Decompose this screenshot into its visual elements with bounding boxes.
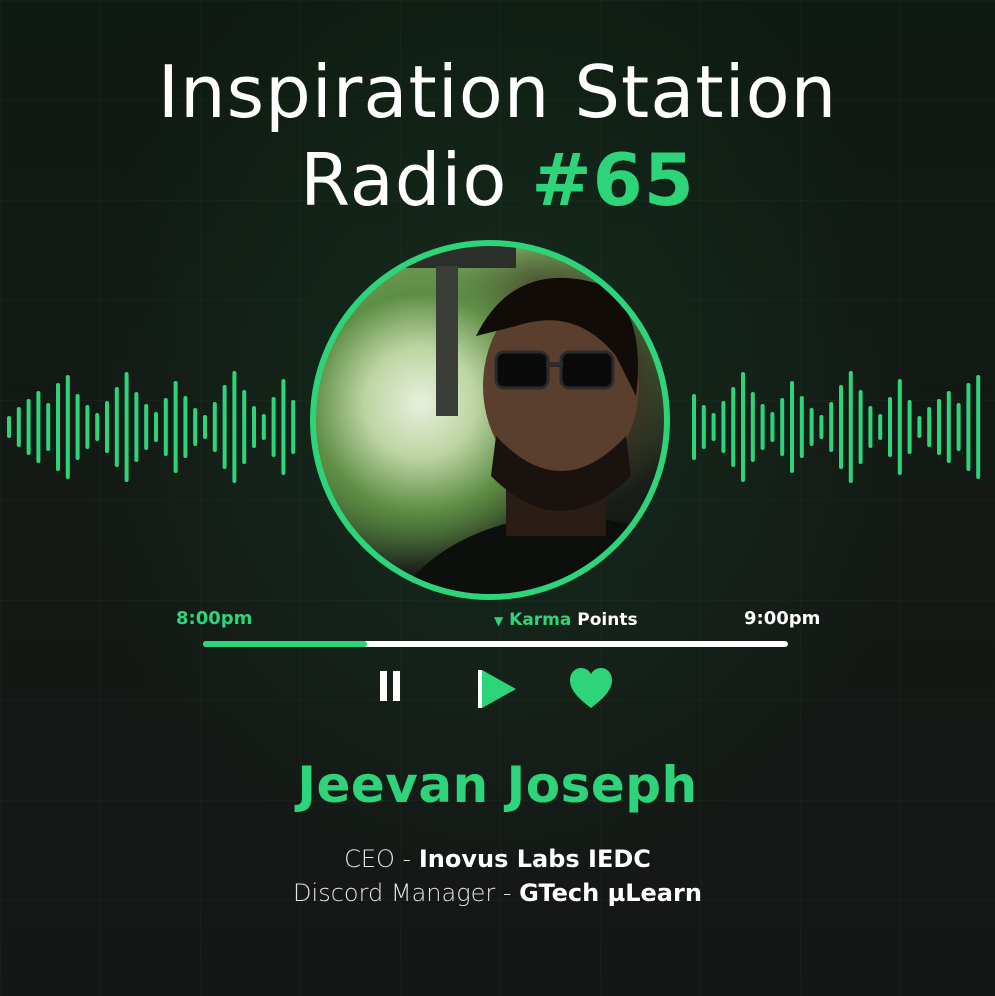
wave-bar — [897, 379, 902, 475]
wave-bar — [848, 371, 853, 483]
role-2-organization: GTech µLearn — [519, 879, 702, 907]
wave-bar — [154, 412, 158, 442]
guest-photo — [310, 240, 670, 600]
wave-bar — [770, 412, 775, 442]
wave-bar — [819, 415, 824, 439]
wave-bar — [173, 381, 178, 473]
wave-bar — [692, 394, 696, 460]
wave-bar — [242, 390, 247, 464]
wave-bar — [26, 399, 31, 455]
podcast-poster: Inspiration Station Radio #65 8:00pm ▼ K… — [0, 0, 995, 996]
wave-bar — [124, 372, 129, 482]
wave-bar — [946, 391, 951, 463]
role-2-title: Discord Manager - — [293, 879, 520, 907]
wave-bar — [780, 398, 785, 456]
wave-bar — [966, 383, 971, 471]
wave-bar — [799, 396, 804, 458]
wave-bar — [878, 414, 883, 440]
guest-photo-illustration — [376, 246, 664, 594]
end-time: 9:00pm — [744, 608, 821, 629]
sound-wave-left-icon — [7, 371, 296, 483]
wave-bar — [261, 414, 266, 440]
wave-bar — [956, 403, 961, 451]
wave-bar — [7, 416, 11, 438]
wave-bar — [829, 402, 834, 452]
title-line-2: Radio #65 — [0, 136, 995, 224]
wave-bar — [212, 402, 217, 452]
title-line-1: Inspiration Station — [157, 50, 838, 134]
wave-bar — [868, 406, 873, 448]
wave-bar — [731, 387, 736, 467]
wave-bar — [222, 385, 227, 469]
role-1-title: CEO - — [344, 845, 419, 873]
marker-label-rest: Points — [577, 610, 638, 630]
wave-bar — [711, 413, 716, 441]
play-button[interactable] — [472, 666, 518, 712]
wave-bar — [134, 392, 139, 462]
wave-bar — [16, 407, 21, 447]
progress-bar-fill — [203, 641, 367, 647]
wave-bar — [750, 392, 755, 462]
wave-bar — [252, 406, 256, 448]
start-time: 8:00pm — [176, 608, 253, 629]
wave-bar — [183, 396, 188, 458]
play-icon — [478, 670, 516, 708]
episode-number: #65 — [531, 138, 695, 222]
pause-icon — [380, 671, 400, 701]
guest-name: Jeevan Joseph — [297, 756, 698, 814]
wave-bar — [193, 408, 198, 446]
wave-bar — [95, 413, 100, 441]
wave-bar — [790, 381, 794, 473]
wave-bar — [701, 405, 706, 449]
like-button[interactable] — [568, 666, 614, 712]
wave-bar — [917, 416, 922, 438]
progress-bar[interactable] — [203, 641, 788, 647]
heart-icon — [570, 668, 612, 708]
pause-button[interactable] — [368, 666, 414, 712]
wave-bar — [36, 391, 41, 463]
progress-marker: ▼ Karma Points — [494, 610, 638, 630]
wave-bar — [56, 383, 60, 471]
wave-bar — [105, 401, 109, 453]
wave-bar — [839, 385, 843, 469]
wave-bar — [809, 408, 814, 446]
wave-bar — [291, 400, 296, 454]
marker-label-highlight: Karma — [509, 610, 572, 630]
wave-bar — [976, 375, 981, 479]
wave-bar — [858, 390, 863, 464]
wave-bar — [163, 398, 168, 456]
wave-bar — [75, 394, 80, 460]
wave-bar — [281, 379, 286, 475]
guest-role-1: CEO - Inovus Labs IEDC — [0, 845, 995, 873]
wave-bar — [760, 404, 765, 450]
wave-bar — [85, 405, 90, 449]
wave-bar — [203, 415, 207, 439]
wave-bar — [888, 397, 892, 457]
wave-bar — [721, 401, 726, 453]
wave-bar — [937, 399, 941, 455]
wave-bar — [741, 372, 745, 482]
wave-bar — [927, 407, 932, 447]
guest-role-2: Discord Manager - GTech µLearn — [0, 879, 995, 907]
marker-triangle-icon: ▼ — [494, 614, 504, 628]
wave-bar — [144, 404, 149, 450]
wave-bar — [114, 387, 119, 467]
wave-bar — [65, 375, 70, 479]
sound-wave-right-icon — [692, 371, 981, 483]
role-1-organization: Inovus Labs IEDC — [418, 845, 651, 873]
wave-bar — [907, 400, 912, 454]
title-radio: Radio — [300, 138, 508, 222]
wave-bar — [271, 397, 276, 457]
wave-bar — [232, 371, 237, 483]
wave-bar — [46, 403, 51, 451]
